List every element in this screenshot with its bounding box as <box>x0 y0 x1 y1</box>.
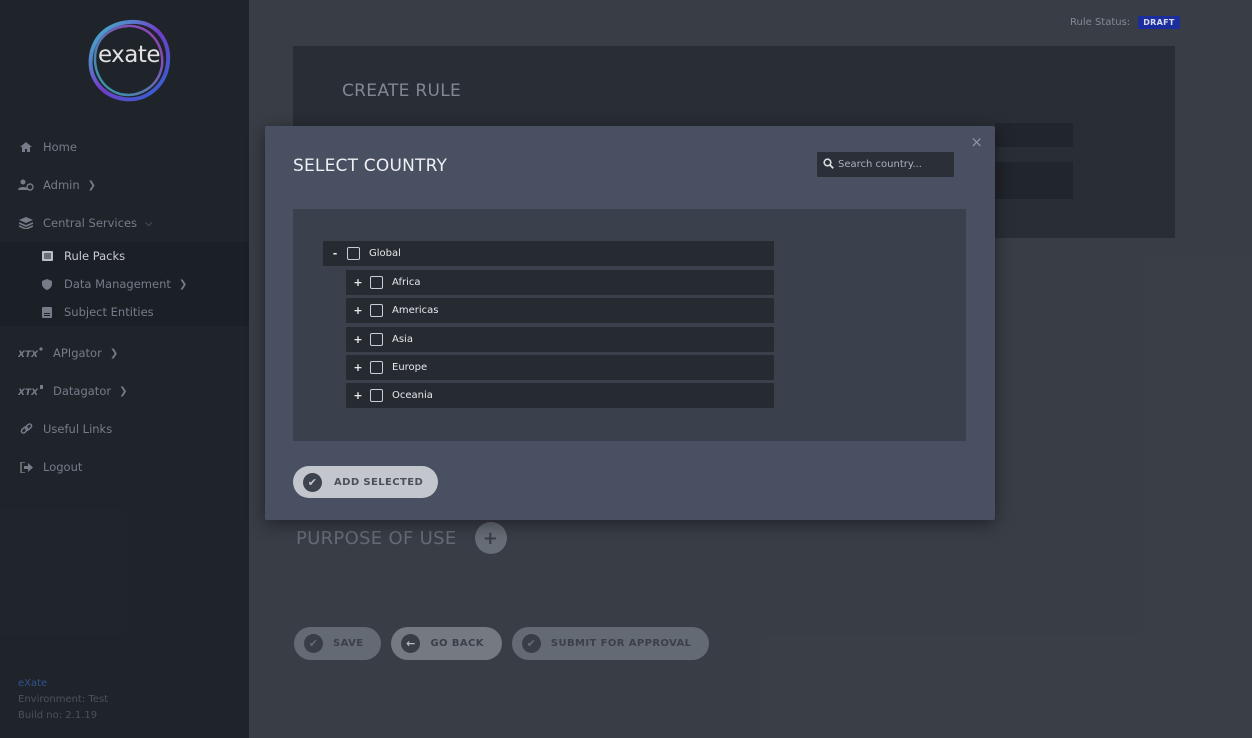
select-country-modal: × SELECT COUNTRY - Global + Africa + Ame… <box>265 126 995 520</box>
check-icon: ✔ <box>303 472 322 492</box>
tree-row-label: Europe <box>392 362 428 373</box>
tree-row-africa: + Africa <box>346 270 774 295</box>
search-country-input[interactable] <box>838 159 948 170</box>
collapse-toggle[interactable]: - <box>328 247 342 260</box>
tree-row-europe: + Europe <box>346 355 774 380</box>
tree-row-label: Americas <box>392 305 439 316</box>
tree-row-asia: + Asia <box>346 327 774 352</box>
add-selected-label: ADD SELECTED <box>334 476 424 488</box>
expand-toggle[interactable]: + <box>351 333 365 346</box>
checkbox[interactable] <box>370 333 383 346</box>
add-selected-button[interactable]: ✔ ADD SELECTED <box>293 466 438 498</box>
expand-toggle[interactable]: + <box>351 304 365 317</box>
checkbox[interactable] <box>370 389 383 402</box>
checkbox[interactable] <box>370 276 383 289</box>
tree-row-label: Global <box>369 248 401 259</box>
tree-row-global: - Global <box>323 241 774 266</box>
checkbox[interactable] <box>370 361 383 374</box>
checkbox[interactable] <box>370 304 383 317</box>
tree-row-label: Oceania <box>392 390 433 401</box>
expand-toggle[interactable]: + <box>351 276 365 289</box>
expand-toggle[interactable]: + <box>351 389 365 402</box>
tree-row-americas: + Americas <box>346 298 774 323</box>
search-icon <box>823 157 834 172</box>
search-country-box[interactable] <box>817 152 954 177</box>
modal-title: SELECT COUNTRY <box>293 156 448 176</box>
country-tree: - Global + Africa + Americas + Asia + Eu… <box>293 209 966 441</box>
tree-row-oceania: + Oceania <box>346 383 774 408</box>
close-icon[interactable]: × <box>970 133 983 151</box>
expand-toggle[interactable]: + <box>351 361 365 374</box>
checkbox[interactable] <box>347 247 360 260</box>
tree-row-label: Africa <box>392 277 421 288</box>
tree-row-label: Asia <box>392 334 413 345</box>
